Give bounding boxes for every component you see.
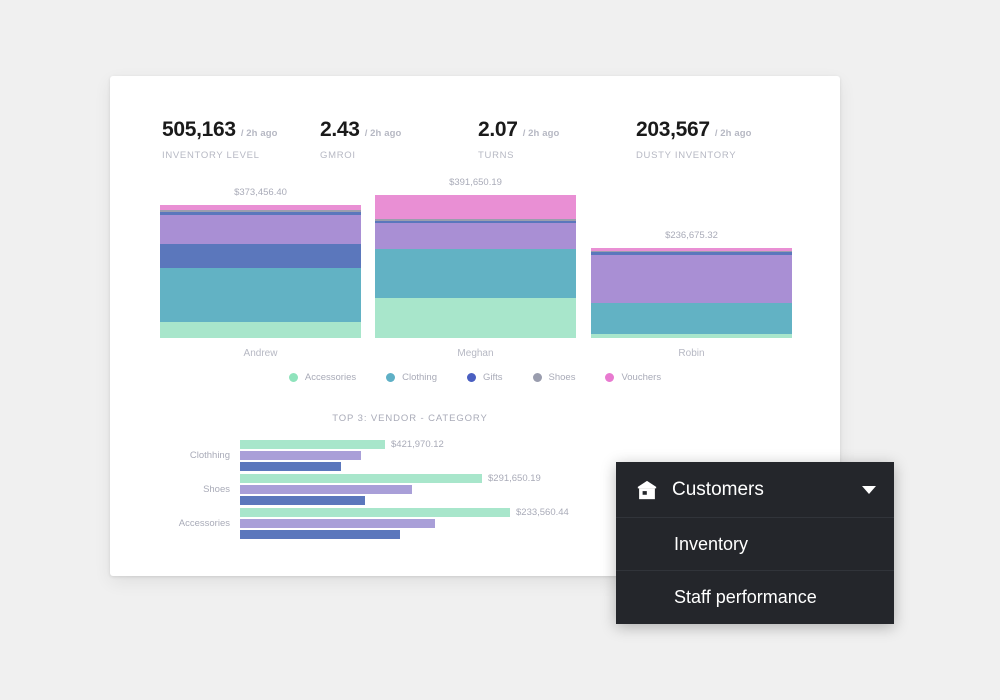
kpi-top: 505,163 / 2h ago xyxy=(162,118,320,142)
customers-dropdown-menu[interactable]: Customers Inventory Staff performance xyxy=(616,462,894,624)
kpi-label: GMROI xyxy=(320,150,356,161)
stack-segment-clothing[interactable] xyxy=(375,222,576,250)
kpi-timestamp: / 2h ago xyxy=(714,128,752,139)
stacked-bar-label: Robin xyxy=(678,348,705,359)
hbar-vendor-2[interactable] xyxy=(240,450,361,460)
hbar-vendor-3[interactable] xyxy=(240,461,341,471)
kpi-timestamp: / 2h ago xyxy=(522,128,560,139)
kpi-gmroi: 2.43 / 2h ago GMROI xyxy=(320,118,478,161)
kpi-label: INVENTORY LEVEL xyxy=(162,150,260,161)
legend-label: Gifts xyxy=(482,372,503,383)
stacked-bar-segments xyxy=(160,205,361,338)
stack-segment-accessories[interactable] xyxy=(375,298,576,338)
stack-segment-clothing2[interactable] xyxy=(375,249,576,299)
hbar-vendor-2[interactable] xyxy=(240,518,435,528)
kpi-top: 203,567 / 2h ago xyxy=(636,118,794,142)
kpi-label: TURNS xyxy=(478,150,515,161)
hbar-row: $421,970.12 xyxy=(240,438,840,450)
hbar-vendor-3[interactable] xyxy=(240,495,365,505)
kpi-label: DUSTY INVENTORY xyxy=(636,150,737,161)
stacked-bar-segments xyxy=(591,248,792,338)
kpi-timestamp: / 2h ago xyxy=(364,128,402,139)
hbar-vendor-1[interactable] xyxy=(240,507,510,517)
stacked-bar-segments xyxy=(375,195,576,338)
hbar-category-label: Shoes xyxy=(203,483,230,495)
kpi-inventory-level: 505,163 / 2h ago INVENTORY LEVEL xyxy=(162,118,320,161)
kpi-timestamp: / 2h ago xyxy=(240,128,278,139)
kpi-value: 2.07 xyxy=(478,118,518,141)
stacked-bar-label: Andrew xyxy=(243,348,278,359)
hbar-category-label: Clothhing xyxy=(189,449,230,461)
stack-segment-accessories[interactable] xyxy=(591,333,792,338)
stack-segment-clothing2[interactable] xyxy=(160,268,361,323)
legend-label: Shoes xyxy=(548,372,576,383)
hbar-vendor-2[interactable] xyxy=(240,484,412,494)
stack-segment-vouchers[interactable] xyxy=(375,195,576,219)
legend-dot-icon xyxy=(532,373,542,382)
stacked-bar-label: Meghan xyxy=(457,348,494,359)
legend-label: Accessories xyxy=(304,372,357,383)
kpi-value: 203,567 xyxy=(636,118,710,141)
stack-segment-clothing[interactable] xyxy=(160,214,361,244)
legend-label: Clothing xyxy=(402,372,437,383)
legend-dot-icon xyxy=(466,373,476,382)
stacked-bar-total: $391,650.19 xyxy=(449,177,502,189)
stacked-bar-total: $236,675.32 xyxy=(665,230,718,242)
legend-dot-icon xyxy=(605,373,615,382)
kpi-dusty-inventory: 203,567 / 2h ago DUSTY INVENTORY xyxy=(636,118,794,161)
stack-segment-clothing[interactable] xyxy=(591,255,792,304)
chevron-down-icon[interactable] xyxy=(862,485,876,494)
stack-segment-clothing2[interactable] xyxy=(591,303,792,334)
dropdown-item-staff-performance[interactable]: Staff performance xyxy=(616,571,894,624)
legend-dot-icon xyxy=(386,373,396,382)
kpi-value: 2.43 xyxy=(320,118,360,141)
hbar-category-label: Accessories xyxy=(178,517,230,529)
legend-item-gifts[interactable]: Gifts xyxy=(466,372,503,383)
kpi-turns: 2.07 / 2h ago TURNS xyxy=(478,118,636,161)
kpi-top: 2.07 / 2h ago xyxy=(478,118,636,142)
legend-item-vouchers[interactable]: Vouchers xyxy=(605,372,661,383)
legend-item-accessories[interactable]: Accessories xyxy=(288,372,357,383)
kpi-value: 505,163 xyxy=(162,118,236,141)
legend-item-shoes[interactable]: Shoes xyxy=(532,372,576,383)
store-icon xyxy=(637,480,657,499)
legend-item-clothing[interactable]: Clothing xyxy=(386,372,437,383)
stacked-bar-robin[interactable]: $236,675.32 Robin xyxy=(591,230,792,359)
hbar-value-label: $421,970.12 xyxy=(391,438,444,450)
stack-segment-gifts2[interactable] xyxy=(160,243,361,268)
stacked-column-chart: $373,456.40 Andrew $391,650.19 Meghan $2… xyxy=(110,176,840,366)
stacked-bar-andrew[interactable]: $373,456.40 Andrew xyxy=(160,187,361,359)
hbar-row xyxy=(240,450,840,460)
hbar-vendor-1[interactable] xyxy=(240,473,482,483)
hbar-chart-title: TOP 3: VENDOR - CATEGORY xyxy=(332,413,488,424)
hbar-value-label: $291,650.19 xyxy=(488,472,541,484)
hbar-vendor-1[interactable] xyxy=(240,439,385,449)
kpi-row: 505,163 / 2h ago INVENTORY LEVEL 2.43 / … xyxy=(162,118,802,161)
stacked-bar-total: $373,456.40 xyxy=(234,187,287,198)
legend-label: Vouchers xyxy=(621,372,662,383)
dropdown-item-inventory[interactable]: Inventory xyxy=(616,518,894,571)
hbar-vendor-3[interactable] xyxy=(240,529,400,539)
dropdown-header[interactable]: Customers xyxy=(616,462,894,518)
legend-dot-icon xyxy=(288,373,298,382)
hbar-value-label: $233,560.44 xyxy=(516,506,569,518)
stacked-bar-meghan[interactable]: $391,650.19 Meghan xyxy=(375,177,576,359)
kpi-top: 2.43 / 2h ago xyxy=(320,118,478,142)
stack-segment-accessories[interactable] xyxy=(160,322,361,338)
chart-legend: Accessories Clothing Gifts Shoes Vouchers xyxy=(110,372,840,383)
dropdown-title: Customers xyxy=(672,478,764,500)
